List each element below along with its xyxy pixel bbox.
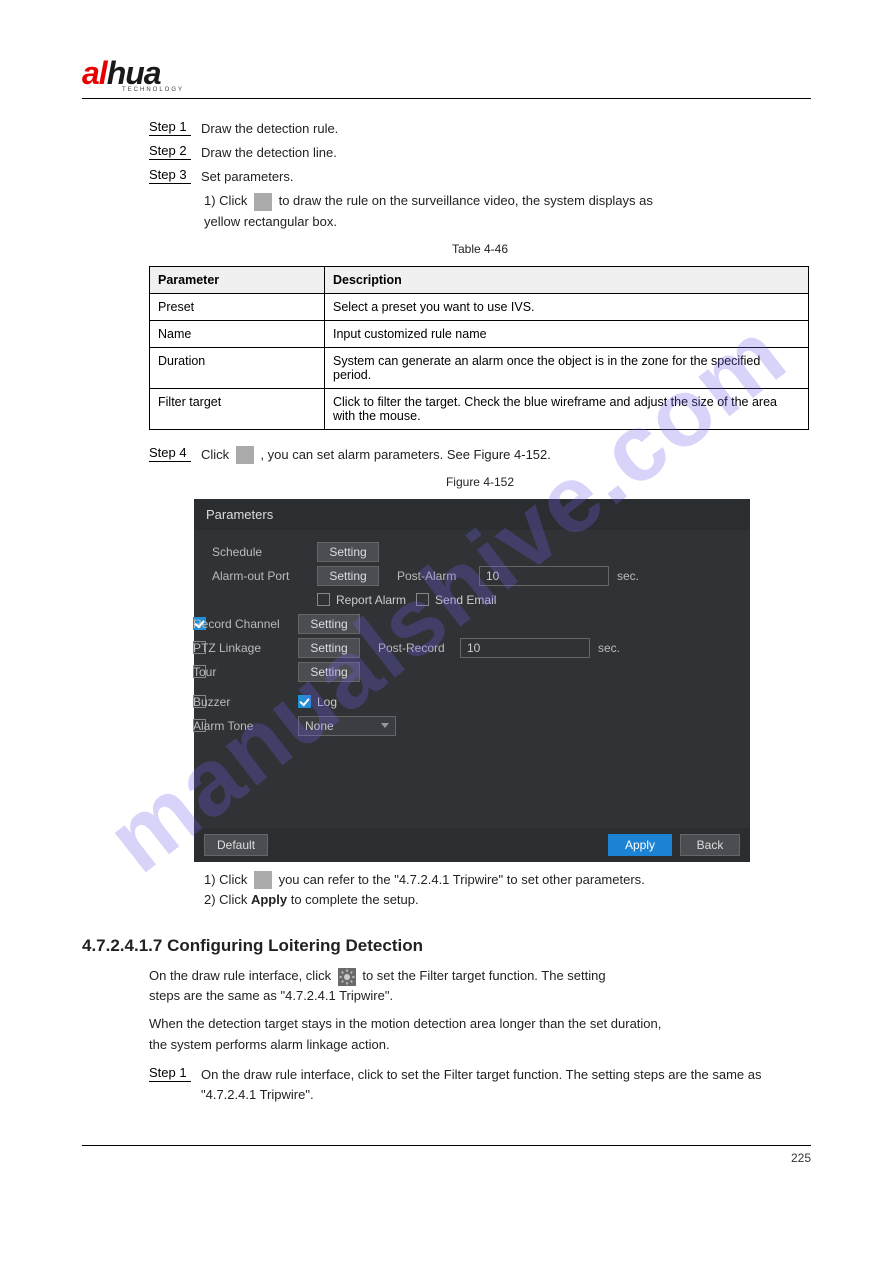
post-record-label: Post-Record — [378, 641, 460, 655]
unit-sec: sec. — [617, 569, 639, 583]
gear-icon — [338, 968, 356, 986]
report-alarm-label: Report Alarm — [336, 593, 406, 607]
config-body-l2: the system performs alarm linkage action… — [149, 1035, 811, 1055]
ptz-label: PTZ Linkage — [193, 641, 298, 655]
record-channel-label: Record Channel — [193, 617, 298, 631]
gear-icon — [254, 871, 272, 889]
table-row: Preset Select a preset you want to use I… — [150, 293, 809, 320]
brand-logo: alhua TECHNOLOGY — [82, 55, 811, 95]
back-button[interactable]: Back — [680, 834, 740, 856]
unit-sec: sec. — [598, 641, 620, 655]
alarmtone-label: Alarm Tone — [193, 719, 298, 733]
step-text: Draw the detection line. — [201, 143, 337, 163]
after-step-1: 1) Click you can refer to the "4.7.2.4.1… — [204, 870, 811, 890]
figure-caption: Figure 4-152 — [149, 475, 811, 489]
ptz-setting-button[interactable]: Setting — [298, 638, 360, 658]
buzzer-label: Buzzer — [193, 695, 298, 709]
section-heading: 4.7.2.4.1.7 Configuring Loitering Detect… — [82, 936, 811, 956]
draw-instruction-line2: yellow rectangular box. — [204, 212, 811, 232]
post-record-input[interactable]: 10 — [460, 638, 590, 658]
step-text: Set parameters. — [201, 167, 294, 187]
alarmout-label: Alarm-out Port — [212, 569, 317, 583]
alarmtone-select[interactable]: None — [298, 716, 396, 736]
draw-icon — [254, 193, 272, 211]
send-email-checkbox[interactable] — [416, 593, 429, 606]
step-text: Draw the detection rule. — [201, 119, 338, 139]
chevron-down-icon — [381, 723, 389, 728]
tour-setting-button[interactable]: Setting — [298, 662, 360, 682]
alarmout-setting-button[interactable]: Setting — [317, 566, 379, 586]
send-email-label: Send Email — [435, 593, 496, 607]
step-text: On the draw rule interface, click to set… — [201, 1065, 811, 1105]
section-body: On the draw rule interface, click to set… — [149, 966, 811, 986]
table-row: Name Input customized rule name — [150, 320, 809, 347]
post-alarm-label: Post-Alarm — [397, 569, 479, 583]
record-setting-button[interactable]: Setting — [298, 614, 360, 634]
dialog-title: Parameters — [194, 499, 750, 530]
step-text: Click , you can set alarm parameters. Se… — [201, 445, 551, 465]
page-number: 225 — [791, 1151, 811, 1165]
apply-button[interactable]: Apply — [608, 834, 672, 856]
table-header: Parameter — [150, 266, 325, 293]
parameter-table: Parameter Description Preset Select a pr… — [149, 266, 809, 430]
parameters-dialog: Parameters Schedule Setting Alarm-out Po… — [194, 499, 750, 862]
config-body-l1: When the detection target stays in the m… — [149, 1014, 811, 1034]
draw-instruction: 1) Click to draw the rule on the surveil… — [204, 191, 811, 211]
step-label: Step 1 — [149, 1065, 191, 1082]
table-row: Duration System can generate an alarm on… — [150, 347, 809, 388]
header-divider — [82, 98, 811, 99]
tour-label: Tour — [193, 665, 298, 679]
log-label: Log — [317, 695, 337, 709]
step-label: Step 1 — [149, 119, 191, 136]
default-button[interactable]: Default — [204, 834, 268, 856]
after-step-2: 2) Click Apply to complete the setup. — [204, 890, 811, 910]
step-label: Step 2 — [149, 143, 191, 160]
table-row: Filter target Click to filter the target… — [150, 388, 809, 429]
page-footer: 225 — [82, 1145, 811, 1165]
table-header: Description — [325, 266, 809, 293]
schedule-label: Schedule — [212, 545, 317, 559]
gear-icon — [236, 446, 254, 464]
step-label: Step 4 — [149, 445, 191, 462]
post-alarm-input[interactable]: 10 — [479, 566, 609, 586]
report-alarm-checkbox[interactable] — [317, 593, 330, 606]
section-body-l2: steps are the same as "4.7.2.4.1 Tripwir… — [149, 986, 811, 1006]
log-checkbox[interactable] — [298, 695, 311, 708]
table-caption: Table 4-46 — [149, 242, 811, 256]
schedule-setting-button[interactable]: Setting — [317, 542, 379, 562]
step-label: Step 3 — [149, 167, 191, 184]
